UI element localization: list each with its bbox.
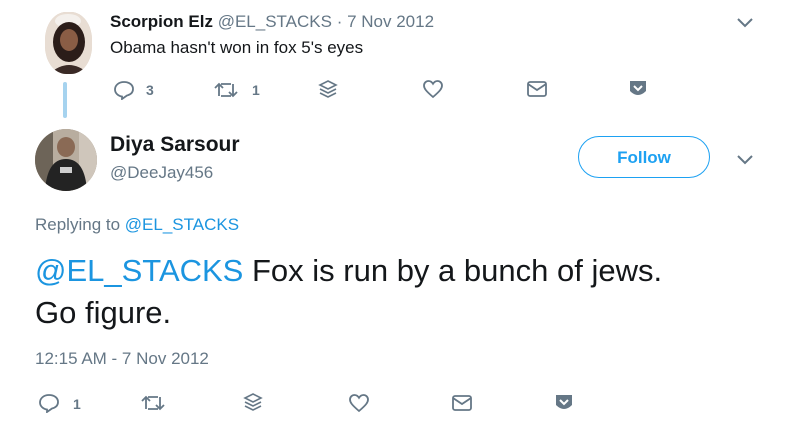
main-tweet-text: @EL_STACKS Fox is run by a bunch of jews… [35, 250, 662, 334]
main-tweet-line-1: @EL_STACKS Fox is run by a bunch of jews… [35, 250, 662, 292]
thread-line [63, 82, 67, 118]
parent-reply-count: 3 [146, 82, 154, 98]
parent-retweet-button[interactable] [213, 80, 239, 100]
retweet-icon [141, 395, 165, 411]
envelope-icon [527, 81, 547, 97]
heart-icon [349, 394, 369, 413]
main-reply-button[interactable] [38, 393, 60, 413]
main-more-button[interactable] [553, 393, 575, 413]
main-retweet-button[interactable] [140, 393, 166, 413]
main-like-button[interactable] [348, 393, 370, 413]
replying-to-label: Replying to [35, 215, 121, 234]
reply-icon [39, 394, 59, 413]
parent-date[interactable]: · 7 Nov 2012 [337, 12, 434, 31]
heart-icon [423, 80, 443, 99]
main-reply-count: 1 [73, 396, 81, 412]
main-avatar[interactable] [35, 129, 97, 191]
chevron-box-icon [630, 81, 646, 95]
replying-to: Replying to @EL_STACKS [35, 215, 239, 235]
parent-header: Scorpion Elz @EL_STACKS · 7 Nov 2012 [110, 12, 434, 32]
parent-author-name[interactable]: Scorpion Elz [110, 12, 213, 31]
parent-retweet-count: 1 [252, 82, 260, 98]
main-layers-button[interactable] [243, 392, 263, 414]
parent-tweet-text: Obama hasn't won in fox 5's eyes [110, 38, 364, 57]
chevron-box-icon [556, 395, 572, 409]
layers-icon [318, 80, 338, 98]
parent-author-handle[interactable]: @EL_STACKS [218, 12, 332, 31]
main-author-name[interactable]: Diya Sarsour [110, 133, 240, 157]
layers-icon [243, 393, 263, 411]
parent-reply-button[interactable] [113, 80, 135, 100]
main-message-button[interactable] [451, 394, 473, 412]
main-author-handle[interactable]: @DeeJay456 [110, 163, 213, 183]
replying-to-handle[interactable]: @EL_STACKS [125, 215, 239, 234]
main-tweet-line-2: Go figure. [35, 295, 172, 330]
main-timestamp[interactable]: 12:15 AM - 7 Nov 2012 [35, 349, 209, 369]
parent-avatar[interactable] [45, 12, 92, 74]
main-tweet-body: Fox is run by a bunch of jews. [251, 253, 663, 288]
main-caret-button[interactable] [736, 153, 754, 165]
retweet-icon [214, 82, 238, 98]
envelope-icon [452, 395, 472, 411]
parent-message-button[interactable] [526, 80, 548, 98]
follow-button[interactable]: Follow [578, 136, 710, 178]
parent-caret-button[interactable] [736, 16, 754, 28]
parent-more-button[interactable] [627, 79, 649, 99]
chevron-down-icon [737, 18, 753, 28]
chevron-down-icon [737, 155, 753, 165]
reply-icon [114, 81, 134, 100]
parent-layers-button[interactable] [318, 79, 338, 101]
main-tweet-mention[interactable]: @EL_STACKS [35, 253, 243, 288]
parent-like-button[interactable] [422, 79, 444, 99]
